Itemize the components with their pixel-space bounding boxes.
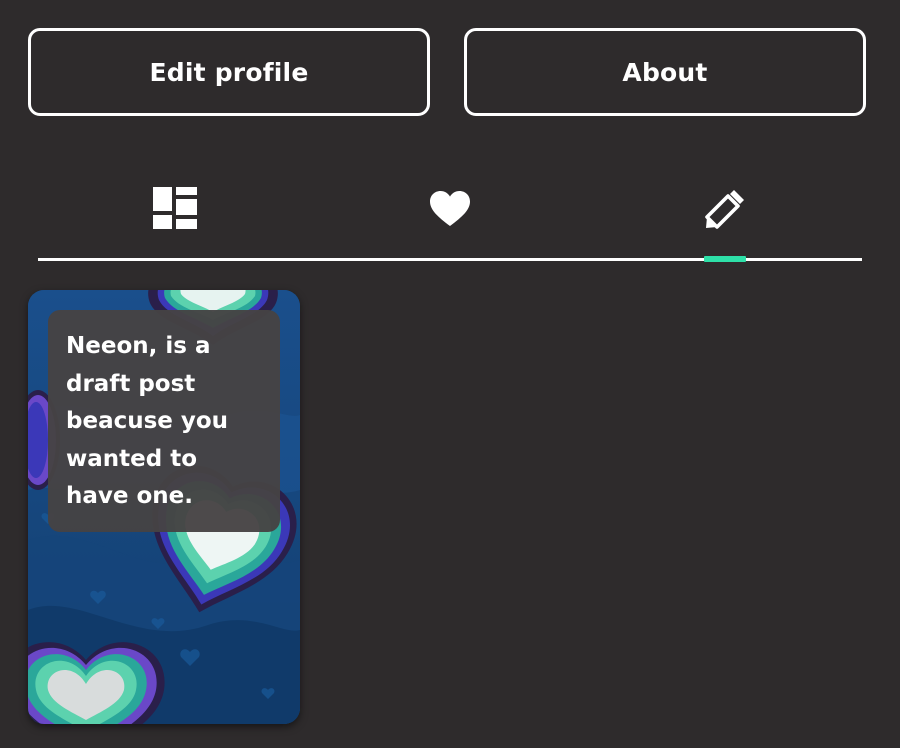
profile-action-row: Edit profile About xyxy=(28,28,872,120)
pencil-icon xyxy=(705,190,744,229)
profile-tab-bar xyxy=(38,160,862,264)
tab-drafts[interactable] xyxy=(588,160,862,258)
draft-post-card[interactable]: Neeon, is a draft post beacuse you wante… xyxy=(28,290,300,724)
grid-icon xyxy=(153,187,197,229)
draft-post-text: Neeon, is a draft post beacuse you wante… xyxy=(66,333,229,509)
about-button[interactable]: About xyxy=(464,28,866,116)
heart-icon xyxy=(430,191,470,226)
tab-posts[interactable] xyxy=(38,160,312,258)
tab-liked[interactable] xyxy=(313,160,587,258)
active-tab-indicator xyxy=(704,256,746,262)
profile-page: Edit profile About Neeon, is a draft pos… xyxy=(0,0,900,748)
draft-text-overlay: Neeon, is a draft post beacuse you wante… xyxy=(48,310,280,532)
edit-profile-button[interactable]: Edit profile xyxy=(28,28,430,116)
